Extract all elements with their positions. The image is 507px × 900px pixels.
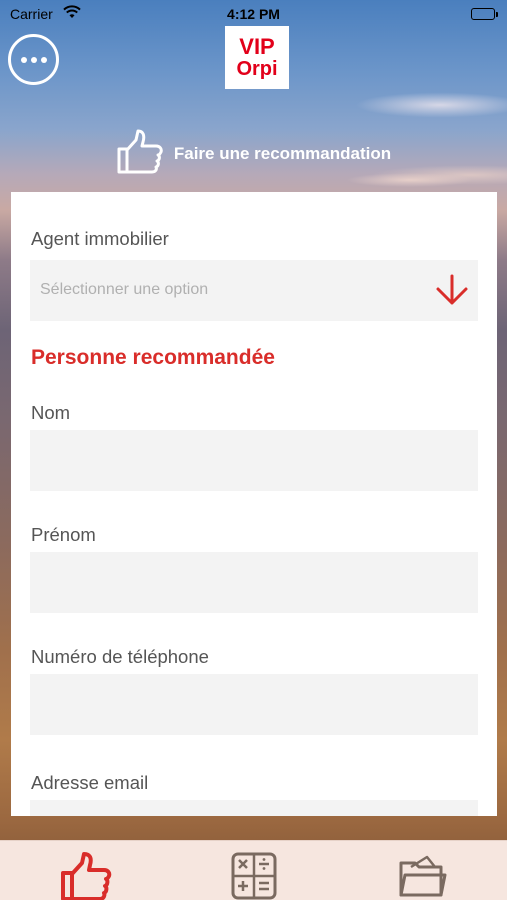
section-title-recommended-person: Personne recommandée <box>31 346 275 369</box>
clock: 4:12 PM <box>227 6 280 22</box>
more-icon-dot <box>30 56 37 63</box>
thumbs-up-icon <box>60 851 112 900</box>
telephone-input[interactable] <box>30 674 478 735</box>
nom-input[interactable] <box>30 430 478 491</box>
calculator-icon <box>228 851 280 900</box>
prenom-label: Prénom <box>31 524 96 545</box>
battery-icon <box>471 8 498 20</box>
agent-label: Agent immobilier <box>31 228 169 249</box>
logo-text-vip: VIP <box>239 34 275 59</box>
email-label: Adresse email <box>31 772 149 793</box>
thumbs-up-icon <box>116 129 164 180</box>
tab-recommendation[interactable] <box>58 851 114 900</box>
agent-select-placeholder: Sélectionner une option <box>40 281 209 298</box>
more-icon <box>20 56 27 63</box>
prenom-input[interactable] <box>30 552 478 613</box>
agent-select[interactable]: Sélectionner une option <box>30 260 478 321</box>
tab-calculator[interactable] <box>226 851 282 900</box>
email-input[interactable] <box>30 800 478 816</box>
folder-icon <box>397 851 449 900</box>
more-icon-dot <box>40 56 47 63</box>
telephone-label: Numéro de téléphone <box>31 646 209 667</box>
status-bar: Carrier 4:12 PM <box>0 0 507 28</box>
vip-orpi-logo: VIP Orpi <box>225 26 289 89</box>
more-menu-button[interactable] <box>8 34 59 85</box>
arrow-down-icon <box>434 274 470 311</box>
page-header: Faire une recommandation <box>0 129 507 180</box>
recommendation-form: Agent immobilier Sélectionner une option… <box>11 192 497 816</box>
logo-text-orpi: Orpi <box>236 58 278 80</box>
page-title: Faire une recommandation <box>173 144 392 163</box>
nom-label: Nom <box>31 402 71 423</box>
tab-bar <box>0 840 507 900</box>
tab-documents[interactable] <box>395 851 451 900</box>
